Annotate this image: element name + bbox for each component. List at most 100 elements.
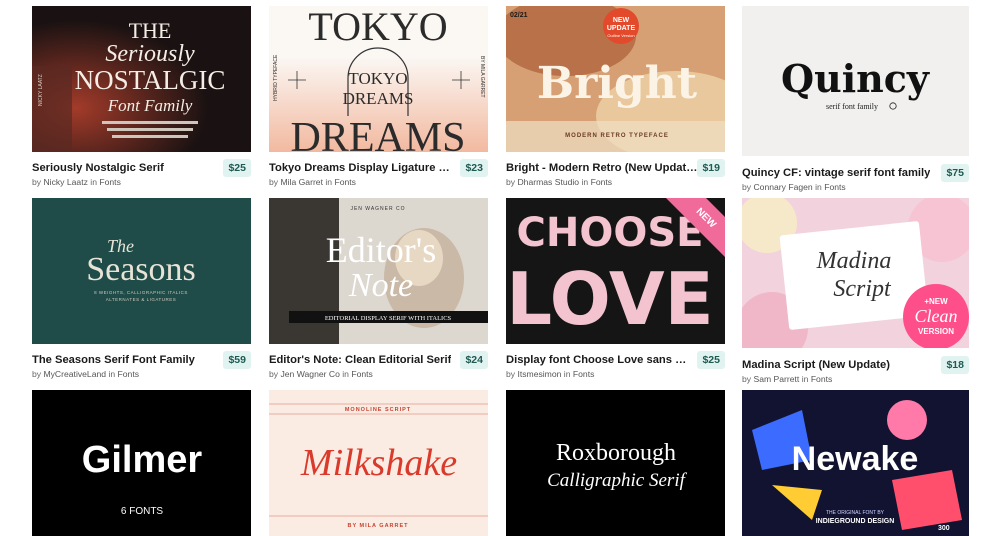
art-text: Outline Version xyxy=(607,33,634,38)
byline: by Mila Garret in Fonts xyxy=(269,177,356,187)
product-thumbnail[interactable]: 02/21 NEW UPDATE Outline Version Bright … xyxy=(506,6,725,152)
byline: by Connary Fagen in Fonts xyxy=(742,182,846,192)
art-text: BY MILA GARRET xyxy=(479,56,485,98)
art-text: MODERN RETRO TYPEFACE xyxy=(565,133,669,139)
author-link[interactable]: Itsmesimon xyxy=(517,369,561,379)
product-thumbnail[interactable]: CHOOSE LOVE NEW xyxy=(506,198,725,344)
art-text: HYBRID TYPEFACE xyxy=(273,54,279,101)
product-thumbnail[interactable]: MONOLINE SCRIPT Milkshake BY MILA GARRET xyxy=(269,390,488,536)
product-title[interactable]: Display font Choose Love sans serif xyxy=(506,354,692,366)
by-label: by xyxy=(32,177,42,187)
category-link[interactable]: Fonts xyxy=(824,182,846,192)
product-title[interactable]: Editor's Note: Clean Editorial Serif xyxy=(269,354,451,366)
art-text: Font Family xyxy=(107,96,193,115)
art-text: Clean xyxy=(915,306,958,326)
product-thumbnail[interactable]: Roxborough Calligraphic Serif xyxy=(506,390,725,536)
art-text: Gilmer xyxy=(82,439,203,481)
by-label: by xyxy=(269,369,279,379)
category-link[interactable]: Fonts xyxy=(591,177,613,187)
art-text: 02/21 xyxy=(510,12,528,19)
price-badge: $25 xyxy=(223,159,251,177)
art-text: MONOLINE SCRIPT xyxy=(345,407,411,413)
author-link[interactable]: Sam Parrett xyxy=(753,374,799,384)
author-link[interactable]: Mila Garret xyxy=(280,177,323,187)
art-text: Seasons xyxy=(86,251,196,288)
product-thumbnail[interactable]: The Seasons 8 WEIGHTS, CALLIGRAPHIC ITAL… xyxy=(32,198,251,344)
product-title[interactable]: Tokyo Dreams Display Ligature Serif xyxy=(269,162,455,174)
art-text: 300 xyxy=(938,525,950,532)
art-text: DREAMS xyxy=(343,89,414,108)
art-text: Calligraphic Serif xyxy=(547,470,687,491)
category-link[interactable]: Fonts xyxy=(351,369,373,379)
author-link[interactable]: Dharmas Studio xyxy=(517,177,579,187)
by-label: by xyxy=(742,182,752,192)
art-text: Note xyxy=(348,267,413,304)
category-link[interactable]: Fonts xyxy=(118,369,140,379)
in-label: in xyxy=(563,369,571,379)
price-badge: $25 xyxy=(697,351,725,369)
byline: by Dharmas Studio in Fonts xyxy=(506,177,612,187)
price-badge: $75 xyxy=(941,164,969,182)
art-text: serif font family xyxy=(826,102,878,111)
in-label: in xyxy=(581,177,589,187)
art-text: JEN WAGNER CO xyxy=(350,206,405,212)
author-link[interactable]: Nicky Laatz xyxy=(43,177,87,187)
product-thumbnail[interactable]: Gilmer 6 FONTS xyxy=(32,390,251,536)
author-link[interactable]: MyCreativeLand xyxy=(43,369,106,379)
art-text: VERSION xyxy=(918,327,954,336)
in-label: in xyxy=(342,369,349,379)
art-text: Roxborough xyxy=(556,440,676,466)
price-badge: $18 xyxy=(941,356,969,374)
author-link[interactable]: Jen Wagner Co xyxy=(280,369,339,379)
art-text: 8 WEIGHTS, CALLIGRAPHIC ITALICS xyxy=(94,290,188,295)
product-thumbnail[interactable]: TOKYO TOKYO DREAMS DREAMS HYBRID TYPEFAC… xyxy=(269,6,488,152)
art-text: 6 FONTS xyxy=(121,506,164,517)
in-label: in xyxy=(325,177,333,187)
art-text: Quincy xyxy=(781,56,930,101)
art-text: UPDATE xyxy=(607,25,636,32)
category-link[interactable]: Fonts xyxy=(811,374,833,384)
by-label: by xyxy=(32,369,42,379)
byline: by MyCreativeLand in Fonts xyxy=(32,369,139,379)
art-text: ALTERNATES & LIGATURES xyxy=(106,297,177,302)
art-text: NEW xyxy=(613,17,630,24)
product-title[interactable]: The Seasons Serif Font Family xyxy=(32,354,195,366)
product-thumbnail[interactable]: JEN WAGNER CO Editor's Note EDITORIAL DI… xyxy=(269,198,488,344)
art-text: +NEW xyxy=(924,297,948,306)
art-text: INDIEGROUND DESIGN xyxy=(816,518,895,525)
in-label: in xyxy=(815,182,822,192)
product-thumbnail[interactable]: Madina Script +NEW Clean VERSION xyxy=(742,198,969,348)
product-thumbnail[interactable]: THE Seriously NOSTALGIC Font Family NICK… xyxy=(32,6,251,152)
by-label: by xyxy=(742,374,752,384)
category-link[interactable]: Fonts xyxy=(334,177,356,187)
product-title[interactable]: Quincy CF: vintage serif font family xyxy=(742,167,930,179)
byline: by Sam Parrett in Fonts xyxy=(742,374,832,384)
price-badge: $59 xyxy=(223,351,251,369)
product-thumbnail[interactable]: Newake THE ORIGINAL FONT BY INDIEGROUND … xyxy=(742,390,969,536)
art-text: Madina xyxy=(816,248,892,274)
art-text: LOVE xyxy=(506,257,714,341)
art-text: DREAMS xyxy=(290,115,465,152)
art-text: NICKY LAATZ xyxy=(38,74,44,106)
price-badge: $24 xyxy=(460,351,488,369)
price-badge: $23 xyxy=(460,159,488,177)
category-link[interactable]: Fonts xyxy=(573,369,595,379)
price-badge: $19 xyxy=(697,159,725,177)
art-text: BY MILA GARRET xyxy=(347,523,408,529)
art-text: CHOOSE xyxy=(517,210,704,256)
byline: by Itsmesimon in Fonts xyxy=(506,369,594,379)
art-text: Editor's xyxy=(326,230,436,270)
byline: by Jen Wagner Co in Fonts xyxy=(269,369,373,379)
product-title[interactable]: Bright - Modern Retro (New Update!) xyxy=(506,162,698,174)
category-link[interactable]: Fonts xyxy=(99,177,121,187)
author-link[interactable]: Connary Fagen xyxy=(753,182,812,192)
art-text: EDITORIAL DISPLAY SERIF WITH ITALICS xyxy=(325,315,452,322)
art-text: NOSTALGIC xyxy=(75,65,226,95)
product-title[interactable]: Seriously Nostalgic Serif xyxy=(32,162,164,174)
art-text: Seriously xyxy=(105,41,195,67)
art-text: Bright xyxy=(537,58,698,109)
product-title[interactable]: Madina Script (New Update) xyxy=(742,359,890,371)
art-text: Milkshake xyxy=(300,442,457,484)
product-thumbnail[interactable]: Quincy serif font family xyxy=(742,6,969,156)
art-text: Newake xyxy=(792,440,919,478)
